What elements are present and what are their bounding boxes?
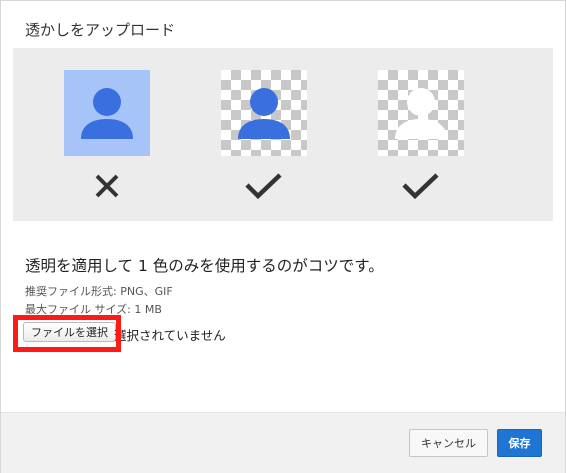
save-button[interactable]: 保存 xyxy=(497,429,542,457)
example-tile-transparent-blue xyxy=(221,70,307,156)
file-status-text: 選択されていません xyxy=(114,328,226,343)
check-icon xyxy=(245,173,282,200)
cancel-button[interactable]: キャンセル xyxy=(409,429,488,457)
example-preview-panel xyxy=(13,48,553,221)
highlight-box xyxy=(13,315,121,352)
recommended-format-text: 推奨ファイル形式: PNG、GIF xyxy=(25,285,173,298)
person-icon xyxy=(238,88,290,139)
example-tile-opaque xyxy=(64,70,150,156)
upload-watermark-dialog: 透かしをアップロード 透明を適用して 1 色のみを使用するのがコツです。 推奨フ… xyxy=(0,0,566,473)
tip-text: 透明を適用して 1 色のみを使用するのがコツです。 xyxy=(25,257,384,275)
example-tile-transparent-white xyxy=(378,70,464,156)
cross-icon xyxy=(95,174,119,198)
person-icon xyxy=(395,88,447,139)
dialog-title: 透かしをアップロード xyxy=(25,21,176,39)
dialog-footer: キャンセル 保存 xyxy=(1,412,565,473)
check-icon xyxy=(402,173,439,200)
person-icon xyxy=(81,88,133,139)
